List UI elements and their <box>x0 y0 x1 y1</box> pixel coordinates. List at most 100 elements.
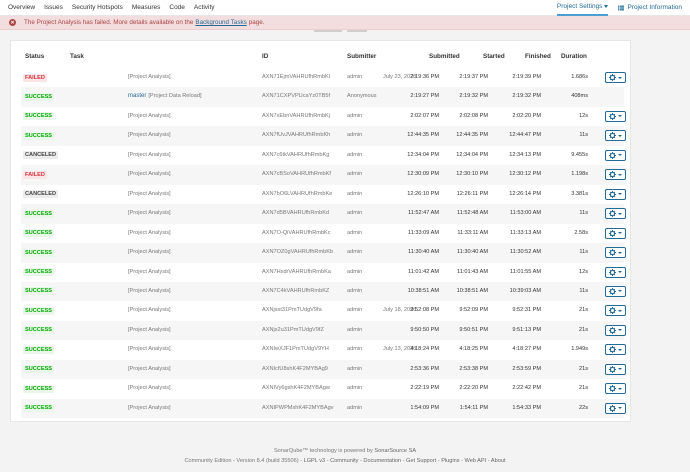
task-actions-button[interactable] <box>605 130 626 142</box>
task-id: AXNIVy6gshK4F2MYBAgw <box>262 385 330 392</box>
task-actions-button[interactable] <box>605 149 626 161</box>
table-row: SUCCESS [Project Analysis] AXN7d5BVAHRUfhR… <box>21 204 626 224</box>
chevron-down-icon <box>618 76 622 79</box>
task-cell: [Project Analysis] <box>128 126 171 146</box>
sonarsource-link[interactable]: SonarSource SA <box>374 448 416 454</box>
task-actions-button[interactable] <box>605 227 626 239</box>
started-time: 11:30:40 AM <box>457 249 488 256</box>
task-actions-button[interactable] <box>605 383 626 395</box>
task-cell: [Project Analysis] <box>128 263 171 283</box>
task-actions-button[interactable] <box>605 285 626 297</box>
task-cell: [Project Analysis] <box>128 360 171 380</box>
status-badge: SUCCESS <box>23 92 55 101</box>
task-actions-button[interactable] <box>605 266 626 278</box>
table-row: SUCCESS [Project Analysis] AXN7xEbnVAHRUfh… <box>21 107 626 127</box>
status-badge: FAILED <box>23 73 47 82</box>
task-id: AXN71EjmVAHRUfhRmbKl <box>262 74 330 80</box>
footer-link-community[interactable]: Community <box>330 458 358 464</box>
submitted-time: 11:33:09 AM <box>408 229 439 236</box>
task-actions-button[interactable] <box>605 305 626 317</box>
submitter: admin <box>347 151 363 158</box>
started-time: 12:30:10 PM <box>456 171 488 178</box>
task-type: [Project Analysis] <box>128 404 171 411</box>
finished-time: 2:02:20 PM <box>512 112 541 119</box>
tab-measures[interactable]: Measures <box>132 0 161 16</box>
column-duration: Duration <box>561 53 587 60</box>
task-type: [Project Analysis] <box>128 365 171 372</box>
duration: 21s <box>578 365 588 372</box>
task-id: AXNjsst31PmTUdgV9fa <box>262 307 322 314</box>
gear-icon <box>609 132 616 140</box>
alert-text: The Project Analysis has failed. More de… <box>24 19 194 26</box>
project-settings-menu[interactable]: Project Settings <box>556 0 609 16</box>
task-id: AXNIPWPMshK4F2MYBAgv <box>262 404 334 411</box>
submitted-time: 2:19:36 PM <box>410 74 439 80</box>
footer-link-web-api[interactable]: Web API <box>465 458 487 464</box>
tab-overview[interactable]: Overview <box>8 0 35 16</box>
error-circle-icon: ✕ <box>9 19 16 26</box>
started-time: 10:38:51 AM <box>456 287 488 294</box>
chevron-down-icon <box>618 368 622 371</box>
task-type: [Project Analysis] <box>128 132 171 139</box>
task-actions-button[interactable] <box>605 208 626 220</box>
column-finished: Finished <box>525 53 551 60</box>
submitter: admin <box>347 326 363 333</box>
task-actions-button[interactable] <box>605 188 626 200</box>
task-actions-button[interactable] <box>605 72 626 83</box>
tab-issues[interactable]: Issues <box>44 0 63 16</box>
chevron-down-icon <box>618 232 622 235</box>
submitted-time: 11:52:47 AM <box>408 210 439 217</box>
started-time: 1:54:11 PM <box>459 404 488 411</box>
task-cell: [Project Analysis] <box>128 340 171 360</box>
task-actions-button[interactable] <box>605 344 626 356</box>
task-actions-button[interactable] <box>605 402 626 414</box>
task-actions-button[interactable] <box>605 110 626 122</box>
finished-time: 12:26:14 PM <box>509 190 541 197</box>
background-tasks-link[interactable]: Background Tasks <box>195 19 246 26</box>
finished-time: 2:22:42 PM <box>512 385 541 392</box>
submitter: admin <box>347 307 363 314</box>
project-settings-label: Project Settings <box>556 3 603 10</box>
task-cell: [Project Analysis] <box>128 301 171 321</box>
task-id: AXNIcfU8shK4F2MYBAg9 <box>262 365 328 372</box>
task-actions-button[interactable] <box>605 324 626 336</box>
finished-time: 4:18:27 PM <box>512 346 541 353</box>
duration: 1.949s <box>571 346 588 353</box>
hidden-control <box>347 30 367 32</box>
status-badge: SUCCESS <box>23 306 55 315</box>
tab-activity[interactable]: Activity <box>194 0 215 16</box>
task-actions-button[interactable] <box>605 363 626 375</box>
footer-link-documentation[interactable]: Documentation <box>363 458 401 464</box>
chevron-down-icon <box>618 193 622 196</box>
footer-link-get-support[interactable]: Get Support <box>406 458 436 464</box>
task-actions-button[interactable] <box>605 169 626 181</box>
duration: 9.455s <box>571 151 588 158</box>
submitted-time: 11:01:42 AM <box>408 268 439 275</box>
project-information-link[interactable]: Project Information <box>618 0 682 15</box>
table-row: SUCCESS [Project Analysis] AXNIPWPMshK4F2M… <box>21 398 626 419</box>
footer-edition: Community Edition - Version 8.4 (build 3… <box>184 458 303 464</box>
column-submitter: Submitter <box>347 53 377 60</box>
footer-link-plugins[interactable]: Plugins <box>441 458 459 464</box>
submitter: admin <box>347 365 363 372</box>
task-cell: master [Project Data Reload] <box>128 87 202 107</box>
duration: 12s <box>578 112 588 119</box>
task-id: AXN7C4kVAHRUfhRmbKZ <box>262 287 330 294</box>
chevron-down-icon <box>618 212 622 215</box>
footer-link-lgpl[interactable]: LGPL v3 <box>304 458 326 464</box>
gear-icon <box>609 210 616 218</box>
task-actions-button[interactable] <box>605 247 626 259</box>
footer-link-about[interactable]: About <box>491 458 506 464</box>
tab-security-hotspots[interactable]: Security Hotspots <box>72 0 123 16</box>
task-cell: [Project Analysis] <box>128 185 171 205</box>
tab-code[interactable]: Code <box>169 0 185 16</box>
table-row: SUCCESS master [Project Data Reload] AXN71C… <box>21 87 624 107</box>
chevron-down-icon <box>618 329 622 332</box>
gear-icon <box>609 268 616 276</box>
submitted-time: 12:30:09 PM <box>407 171 439 178</box>
task-cell: [Project Analysis] <box>128 107 171 127</box>
column-status: Status <box>25 53 45 60</box>
table-row: SUCCESS [Project Analysis] AXN7C4kVAHRUfhR… <box>21 281 626 302</box>
task-cell: [Project Analysis] <box>128 165 171 185</box>
hidden-control <box>314 30 342 32</box>
